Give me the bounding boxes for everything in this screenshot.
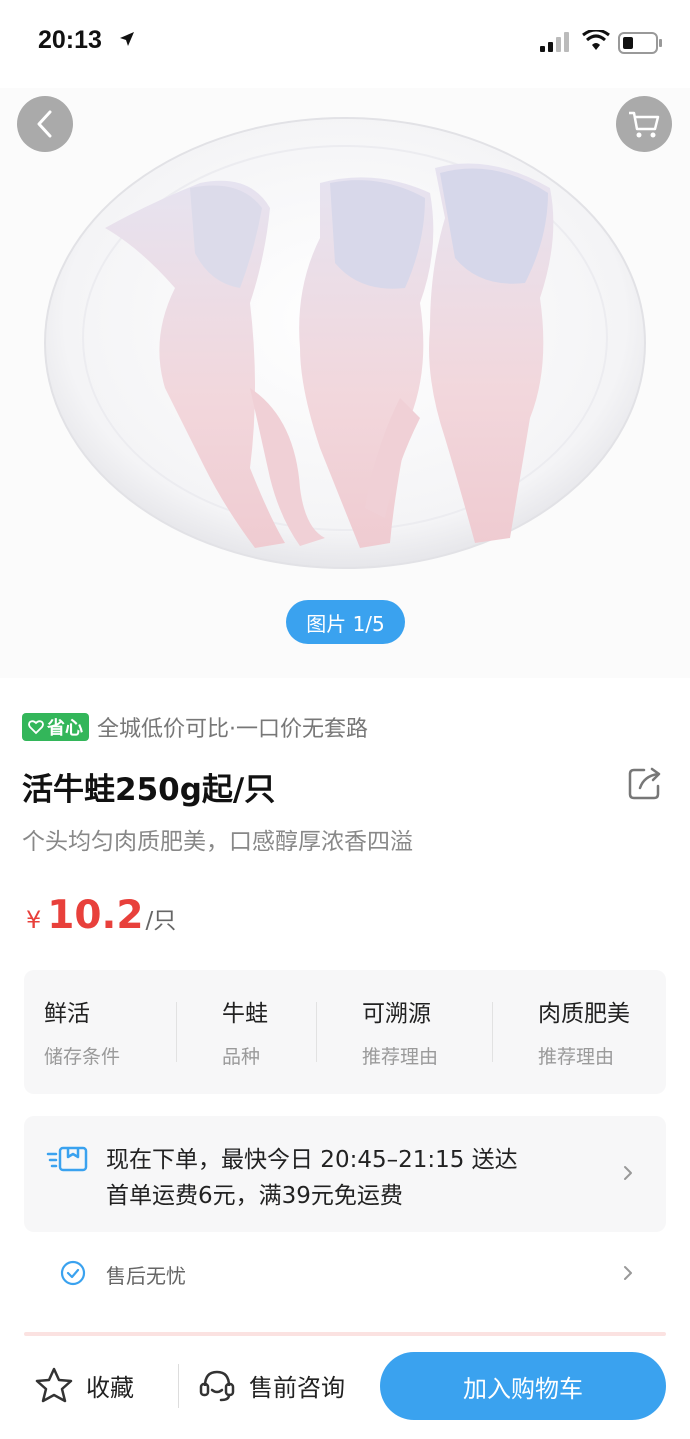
attribute-storage: 鲜活 储存条件 [44,994,120,1069]
delivery-box-icon [46,1146,88,1172]
add-to-cart-button[interactable]: 加入购物车 [380,1352,666,1420]
after-sales-row[interactable]: 售后无忧 [24,1240,666,1306]
product-image[interactable] [0,88,690,678]
divider [492,1002,493,1062]
product-photo [44,117,646,569]
cellular-signal-icon [540,32,569,52]
attribute-key: 储存条件 [44,1046,121,1068]
delivery-fee-text: 首单运费6元，满39元免运费 [106,1183,403,1209]
promo-row: 省心 全城低价可比·一口价无套路 [22,712,368,742]
attribute-traceable: 可溯源 推荐理由 [362,994,438,1069]
divider [178,1364,179,1408]
promo-text: 全城低价可比·一口价无套路 [97,717,368,742]
consult-button[interactable]: 售前咨询 [197,1366,345,1404]
divider [316,1002,317,1062]
delivery-time-text: 现在下单，最快今日 20:45–21:15 送达 [106,1147,518,1173]
product-subtitle: 个头均匀肉质肥美，口感醇厚浓香四溢 [22,829,413,855]
back-button[interactable] [17,96,73,152]
shopping-cart-icon [629,111,660,138]
delivery-card[interactable]: 现在下单，最快今日 20:45–21:15 送达 首单运费6元，满39元免运费 [24,1116,666,1232]
attribute-variety: 牛蛙 品种 [222,994,268,1069]
attribute-value: 肉质肥美 [538,1001,630,1027]
check-circle-icon [60,1260,86,1286]
promo-badge: 省心 [22,713,89,741]
attribute-value: 鲜活 [44,1001,90,1027]
status-time: 20:13 [38,26,102,54]
customer-service-icon [199,1370,235,1402]
price-unit: /只 [145,908,177,934]
heart-shield-icon [28,720,44,735]
consult-label: 售前咨询 [249,1373,345,1402]
status-bar: 20:13 [0,0,690,88]
product-title: 活牛蛙250g起/只 [22,772,276,808]
cart-button[interactable] [616,96,672,152]
attribute-key: 推荐理由 [362,1046,439,1068]
attribute-value: 牛蛙 [222,1001,268,1027]
favorite-label: 收藏 [86,1373,134,1402]
location-arrow-icon [120,32,134,46]
favorite-button[interactable]: 收藏 [34,1366,134,1404]
promo-badge-text: 省心 [47,718,83,739]
chevron-left-icon [37,110,52,138]
attribute-key: 品种 [222,1046,261,1068]
divider [176,1002,177,1062]
attributes-card: 鲜活 储存条件 牛蛙 品种 可溯源 推荐理由 肉质肥美 推荐理由 [24,970,666,1094]
share-icon[interactable] [626,766,664,802]
wifi-icon [582,30,610,50]
price-currency: ¥ [26,906,42,934]
section-divider [24,1332,666,1336]
product-price: ¥ 10.2 /只 [26,893,176,938]
attribute-value: 可溯源 [362,1001,431,1027]
attribute-quality: 肉质肥美 推荐理由 [538,994,630,1069]
after-sales-label: 售后无忧 [106,1264,186,1288]
battery-icon [618,32,662,54]
chevron-right-icon [624,1266,632,1280]
star-icon [35,1367,73,1403]
attribute-key: 推荐理由 [538,1046,615,1068]
price-amount: 10.2 [47,893,144,938]
chevron-right-icon [624,1166,632,1180]
image-counter: 图片 1/5 [286,600,405,644]
